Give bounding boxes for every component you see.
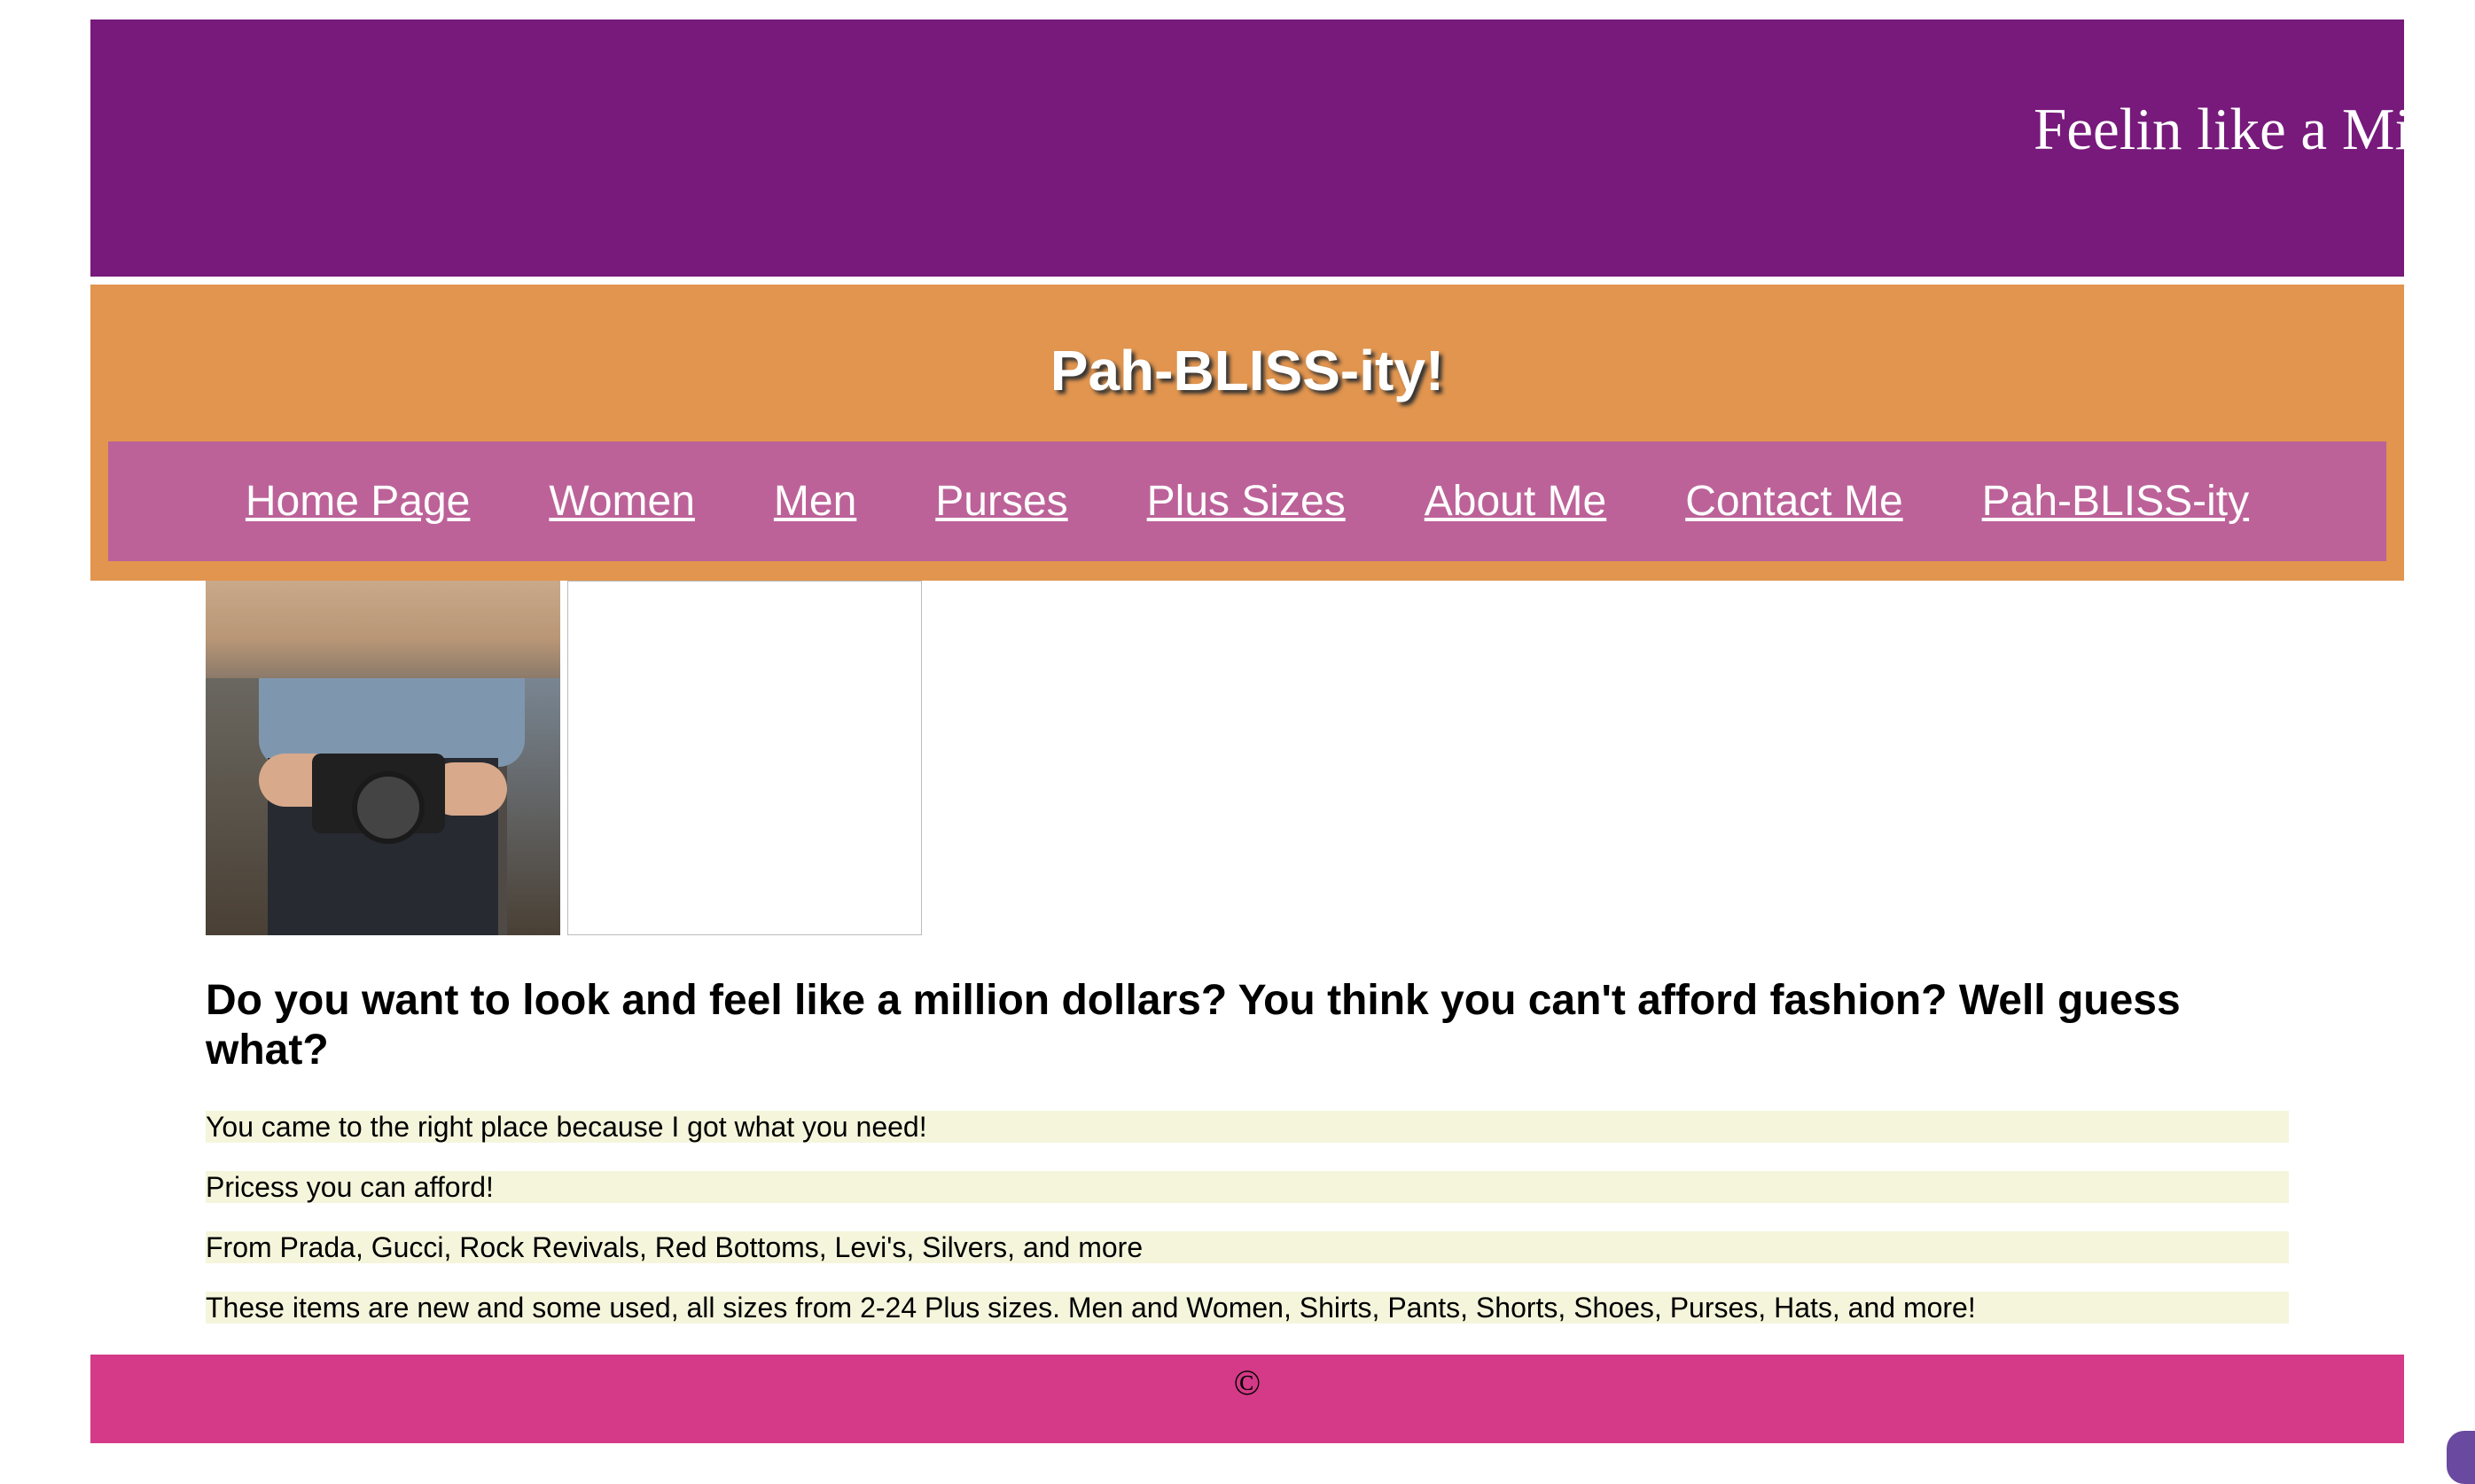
paragraph-items-sizes: These items are new and some used, all s… (206, 1292, 2289, 1324)
image-placeholder (567, 581, 922, 935)
nav-link-women[interactable]: Women (549, 477, 695, 526)
nav-link-home[interactable]: Home Page (246, 477, 470, 526)
top-banner: Feelin like a Mi (90, 20, 2404, 277)
main-nav: Home Page Women Men Purses Plus Sizes Ab… (108, 441, 2386, 561)
nav-link-men[interactable]: Men (774, 477, 856, 526)
banner-marquee-text: Feelin like a Mi (2034, 97, 2404, 162)
chat-widget-icon[interactable] (2447, 1431, 2475, 1484)
nav-link-contact-me[interactable]: Contact Me (1685, 477, 1902, 526)
paragraph-brands: From Prada, Gucci, Rock Revivals, Red Bo… (206, 1231, 2289, 1263)
site-header: Pah-BLISS-ity! Home Page Women Men Purse… (90, 285, 2404, 581)
main-headline: Do you want to look and feel like a mill… (206, 977, 2181, 1074)
page: Feelin like a Mi Pah-BLISS-ity! Home Pag… (90, 20, 2404, 1443)
nav-link-purses[interactable]: Purses (935, 477, 1067, 526)
site-footer: © (90, 1355, 2404, 1443)
site-title: Pah-BLISS-ity! (1050, 339, 1445, 402)
copyright-symbol: © (1233, 1363, 1261, 1402)
nav-link-about-me[interactable]: About Me (1425, 477, 1606, 526)
paragraph-prices: Pricess you can afford! (206, 1171, 2289, 1203)
main-content: Do you want to look and feel like a mill… (90, 581, 2404, 1324)
paragraph-right-place: You came to the right place because I go… (206, 1111, 2289, 1143)
photo-woman-with-camera (206, 581, 560, 935)
nav-link-pah-bliss-ity[interactable]: Pah-BLISS-ity (1982, 477, 2249, 526)
nav-link-plus-sizes[interactable]: Plus Sizes (1147, 477, 1346, 526)
image-row (206, 581, 2289, 935)
